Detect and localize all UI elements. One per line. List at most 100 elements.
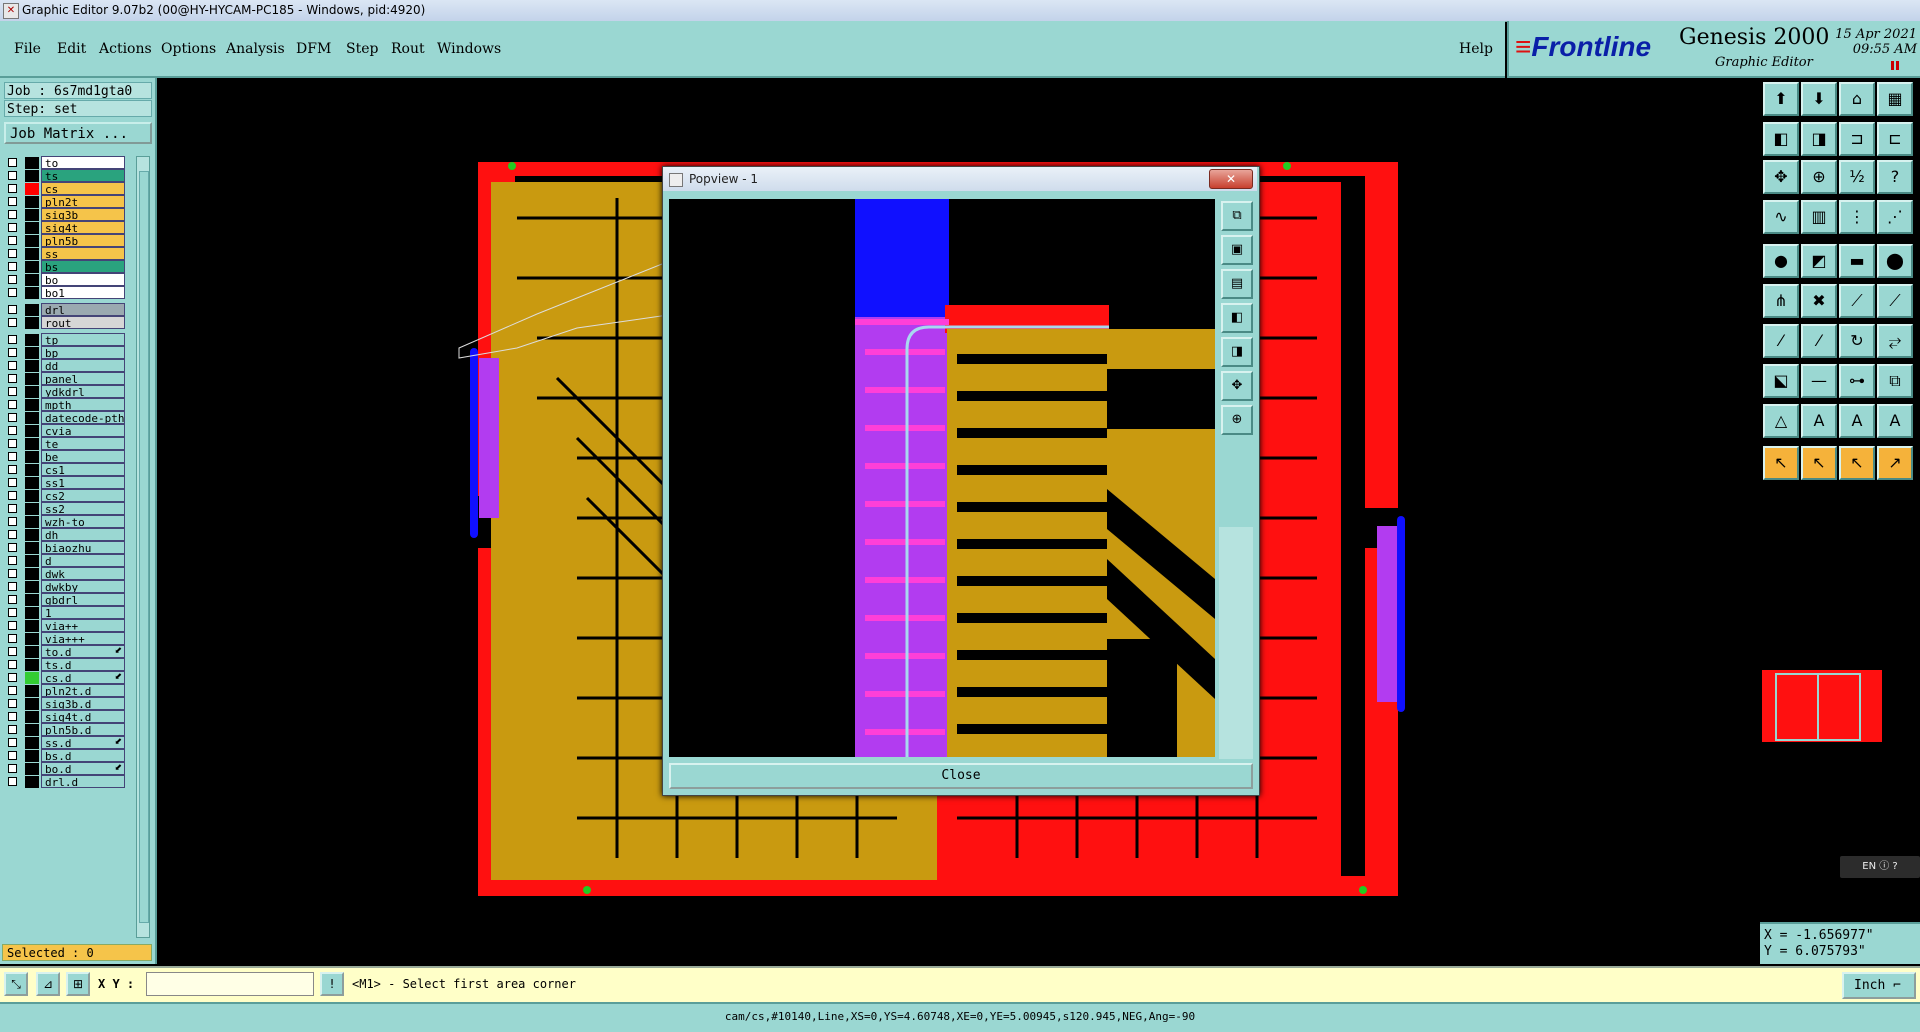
layer-checkbox[interactable]	[8, 439, 17, 448]
layer-checkbox[interactable]	[8, 543, 17, 552]
layer-checkbox[interactable]	[8, 305, 17, 314]
save-icon[interactable]: ⬇	[1801, 82, 1837, 116]
layer-checkbox[interactable]	[8, 530, 17, 539]
layer-checkbox[interactable]	[8, 660, 17, 669]
layer-checkbox[interactable]	[8, 556, 17, 565]
triangle-icon[interactable]: △	[1763, 404, 1799, 438]
layer-checkbox[interactable]	[8, 751, 17, 760]
layer-swatch[interactable]	[25, 464, 39, 476]
layer-row-pln5b[interactable]: pln5b	[4, 234, 125, 248]
layer-name[interactable]: dd	[41, 359, 125, 372]
layer-swatch[interactable]	[25, 529, 39, 541]
menu-dfm[interactable]: DFM	[296, 41, 331, 57]
layer-name[interactable]: wzh-to	[41, 515, 125, 528]
layer-name[interactable]: bs.d	[41, 749, 125, 762]
layer-name[interactable]: ydkdrl	[41, 385, 125, 398]
snap-center-icon[interactable]: ⊞	[66, 972, 90, 996]
open-icon[interactable]: ⬆	[1763, 82, 1799, 116]
menu-analysis[interactable]: Analysis	[226, 41, 285, 57]
layer-name[interactable]: ts	[41, 169, 125, 182]
layer-swatch[interactable]	[25, 451, 39, 463]
layer-checkbox[interactable]	[8, 478, 17, 487]
layer-checkbox[interactable]	[8, 686, 17, 695]
dash-icon[interactable]: —	[1801, 364, 1837, 398]
layer-checkbox[interactable]	[8, 400, 17, 409]
layer-name[interactable]: cs2	[41, 489, 125, 502]
layer-name[interactable]: pln5b.d	[41, 723, 125, 736]
layer-checkbox[interactable]	[8, 504, 17, 513]
zoom-all-icon[interactable]: ⊏	[1877, 122, 1913, 156]
layer-row-1[interactable]: 1	[4, 606, 125, 620]
layer-swatch[interactable]	[25, 399, 39, 411]
layer-checkbox[interactable]	[8, 374, 17, 383]
layer-name[interactable]: rout	[41, 316, 125, 329]
layer-row-ss1[interactable]: ss1	[4, 476, 125, 490]
line-icon[interactable]: ⁄	[1763, 324, 1799, 358]
layer-swatch[interactable]	[25, 607, 39, 619]
layer-row-to.d[interactable]: to.d ⬋	[4, 645, 125, 659]
layer-swatch[interactable]	[25, 412, 39, 424]
layer-name[interactable]: datecode-pth	[41, 411, 125, 424]
layer-name[interactable]: panel	[41, 372, 125, 385]
language-indicator[interactable]: EN ⓘ ?	[1840, 856, 1920, 878]
layer-name[interactable]: sig4t.d	[41, 710, 125, 723]
pan-icon[interactable]: ✥	[1763, 160, 1799, 194]
layer-swatch[interactable]	[25, 235, 39, 247]
layer-row-bp[interactable]: bp	[4, 346, 125, 360]
layer-row-to[interactable]: to	[4, 156, 125, 170]
layer-checkbox[interactable]	[8, 275, 17, 284]
menu-step[interactable]: Step	[346, 41, 378, 57]
layer-row-pln2t[interactable]: pln2t	[4, 195, 125, 209]
grid-icon[interactable]: ▥	[1801, 200, 1837, 234]
layer-row-rout[interactable]: rout	[4, 316, 125, 330]
layer-row-sig4t[interactable]: sig4t	[4, 221, 125, 235]
alert-icon[interactable]: !	[320, 972, 344, 996]
layer-checkbox[interactable]	[8, 426, 17, 435]
layer-name[interactable]: ts.d	[41, 658, 125, 671]
layer-name[interactable]: be	[41, 450, 125, 463]
select-polygon-icon[interactable]: ↗	[1877, 446, 1913, 480]
layer-swatch[interactable]	[25, 737, 39, 749]
layer-row-cs1[interactable]: cs1	[4, 463, 125, 477]
layer-swatch[interactable]	[25, 568, 39, 580]
layer-checkbox[interactable]	[8, 318, 17, 327]
layer-swatch[interactable]	[25, 594, 39, 606]
layer-checkbox[interactable]	[8, 621, 17, 630]
line-node-icon[interactable]: ⟋	[1839, 284, 1875, 318]
layer-swatch[interactable]	[25, 490, 39, 502]
pop-tool-expand[interactable]: ✥	[1221, 371, 1253, 401]
layer-row-te[interactable]: te	[4, 437, 125, 451]
layer-row-sig4t.d[interactable]: sig4t.d	[4, 710, 125, 724]
layer-name[interactable]: cs	[41, 182, 125, 195]
layer-swatch[interactable]	[25, 170, 39, 182]
layer-row-cs[interactable]: cs	[4, 182, 125, 196]
layer-checkbox[interactable]	[8, 582, 17, 591]
layer-checkbox[interactable]	[8, 158, 17, 167]
layer-row-dd[interactable]: dd	[4, 359, 125, 373]
pop-tool-pan-right[interactable]: ◨	[1221, 337, 1253, 367]
layer-name[interactable]: bs	[41, 260, 125, 273]
layer-name[interactable]: sig3b.d	[41, 697, 125, 710]
layer-row-cs2[interactable]: cs2	[4, 489, 125, 503]
layer-name[interactable]: bo.d	[41, 762, 125, 775]
layer-name[interactable]: bo	[41, 273, 125, 286]
layer-swatch[interactable]	[25, 776, 39, 788]
layer-checkbox[interactable]	[8, 634, 17, 643]
layer-name[interactable]: via+++	[41, 632, 125, 645]
pop-tool-zoom-out[interactable]: ▤	[1221, 269, 1253, 299]
layer-row-drl[interactable]: drl	[4, 303, 125, 317]
measure-icon[interactable]: ∿	[1763, 200, 1799, 234]
layer-swatch[interactable]	[25, 222, 39, 234]
layer-checkbox[interactable]	[8, 595, 17, 604]
layer-swatch[interactable]	[25, 646, 39, 658]
layer-name[interactable]: cs1	[41, 463, 125, 476]
layer-checkbox[interactable]	[8, 197, 17, 206]
layer-row-datecode-pth[interactable]: datecode-pth	[4, 411, 125, 425]
layer-swatch[interactable]	[25, 438, 39, 450]
slash-icon[interactable]: ⁄	[1801, 324, 1837, 358]
window-icon[interactable]: ▦	[1877, 82, 1913, 116]
layer-checkbox[interactable]	[8, 465, 17, 474]
layer-swatch[interactable]	[25, 633, 39, 645]
layer-checkbox[interactable]	[8, 699, 17, 708]
layer-row-pln2t.d[interactable]: pln2t.d	[4, 684, 125, 698]
